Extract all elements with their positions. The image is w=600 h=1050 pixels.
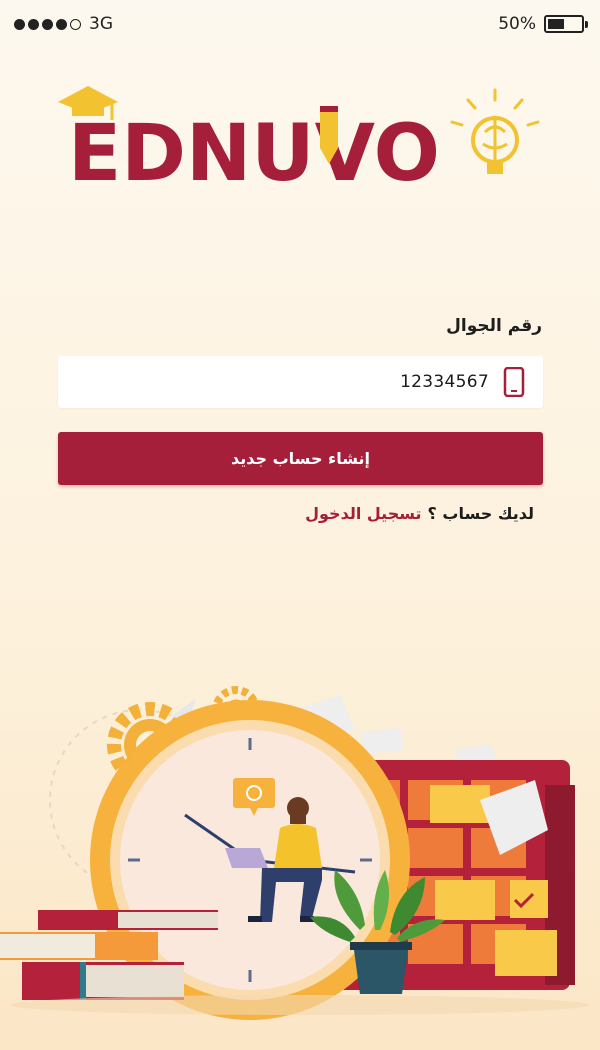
ednuvo-logo: EDNUVO	[0, 80, 600, 200]
carrier-label: 3G	[89, 14, 113, 34]
battery-icon	[544, 15, 588, 33]
login-prompt: لديك حساب ؟ تسجيل الدخول	[305, 504, 534, 523]
battery-indicator: 50%	[498, 14, 588, 34]
create-account-button[interactable]: إنشاء حساب جديد	[58, 432, 543, 485]
brain-icon	[471, 116, 519, 174]
signal-strength-icon	[14, 18, 81, 30]
battery-percent: 50%	[498, 14, 536, 34]
student-clock-illustration	[0, 680, 600, 1050]
have-account-question: لديك حساب ؟	[427, 504, 534, 523]
logo-text: EDNUVO	[68, 109, 440, 199]
login-link[interactable]: تسجيل الدخول	[305, 504, 421, 523]
phone-value[interactable]: 12334567	[400, 372, 489, 392]
status-bar: 3G 50%	[0, 0, 600, 48]
signal-indicator: 3G	[14, 14, 113, 34]
phone-input[interactable]: 12334567	[58, 356, 543, 408]
mobile-phone-icon	[503, 367, 525, 397]
phone-label: رقم الجوال	[446, 316, 542, 336]
